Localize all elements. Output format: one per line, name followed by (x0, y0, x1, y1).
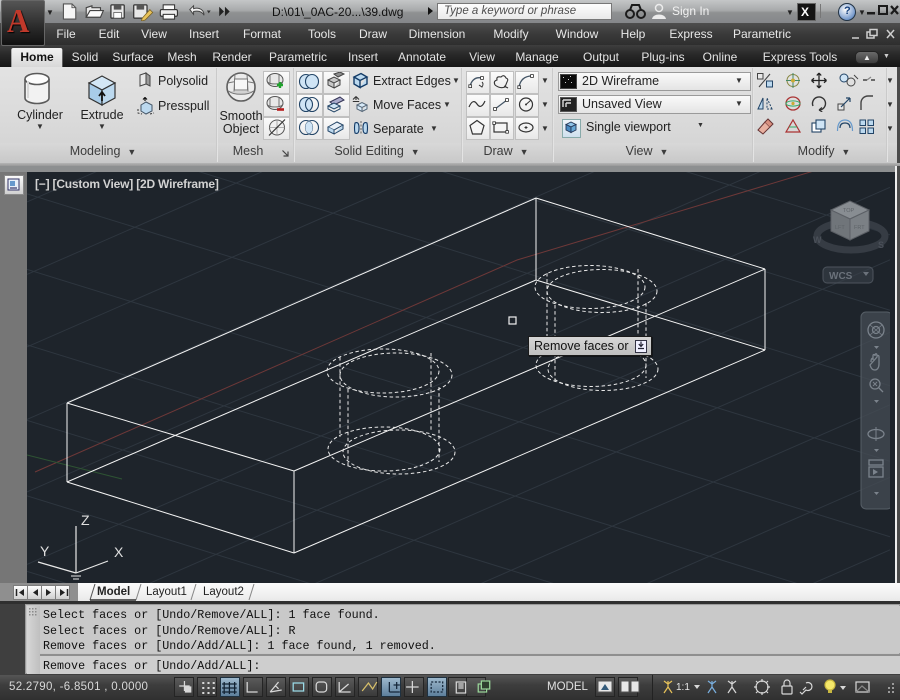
svg-text:1:1: 1:1 (676, 682, 690, 693)
svg-text:X: X (114, 544, 124, 560)
svg-text:WCS: WCS (829, 271, 853, 282)
svg-text:Y: Y (40, 543, 50, 559)
svg-text:LFT: LFT (835, 225, 845, 231)
svg-text:TOP: TOP (843, 208, 855, 214)
svg-text:Z: Z (81, 512, 90, 528)
svg-text:FRT: FRT (854, 225, 865, 231)
svg-text:S: S (878, 240, 884, 250)
svg-text:W: W (813, 235, 822, 245)
